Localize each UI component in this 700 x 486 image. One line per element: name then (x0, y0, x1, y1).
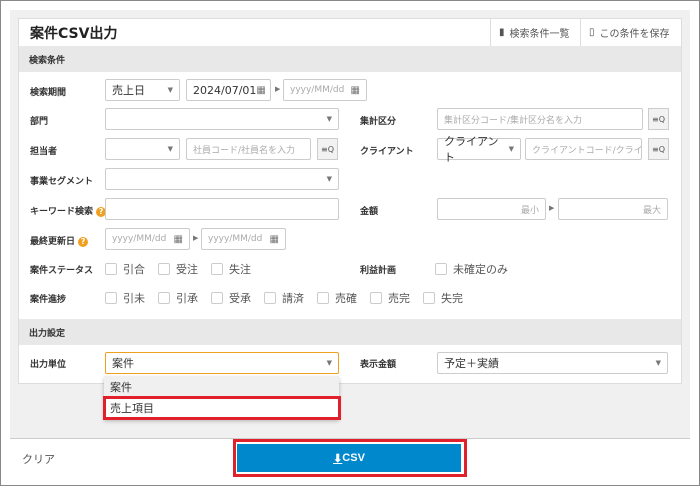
progress-checkbox[interactable]: 引未 (105, 290, 145, 306)
highlight-option (103, 396, 341, 420)
updated-from-input[interactable]: yyyy/MM/dd ▦ (105, 228, 190, 250)
arrow-right-icon: ▶ (549, 204, 555, 212)
section-output: 出力設定 (19, 319, 681, 345)
save-conditions-button[interactable]: ▯ この条件を保存 (580, 18, 682, 46)
calendar-icon[interactable]: ▦ (351, 85, 360, 96)
help-icon[interactable]: ? (78, 237, 89, 247)
chevron-down-icon: ▼ (326, 115, 332, 123)
agg-search-button[interactable]: ≡Q (648, 108, 669, 130)
chevron-down-icon: ▼ (326, 175, 332, 183)
label-dept: 部門 (30, 117, 49, 127)
progress-checkbox[interactable]: 売確 (317, 290, 357, 306)
amount-min-input[interactable]: 最小 (437, 198, 546, 220)
list-search-icon: ≡Q (652, 144, 665, 154)
csv-download-button[interactable]: ⬇ CSV (237, 444, 461, 472)
arrow-right-icon: ▶ (275, 85, 281, 93)
agg-input[interactable]: 集計区分コード/集計区分名を入力 (437, 108, 643, 130)
amount-max-input[interactable]: 最大 (558, 198, 668, 220)
search-conditions-list-button[interactable]: ▮ 検索条件一覧 (490, 18, 580, 46)
chevron-down-icon: ▼ (326, 359, 332, 367)
status-checkbox[interactable]: 失注 (211, 261, 251, 277)
progress-checkbox[interactable]: 失完 (423, 290, 463, 306)
label-profit: 利益計画 (360, 266, 397, 276)
client-type-select[interactable]: クライアント ▼ (437, 135, 521, 164)
period-to-input[interactable]: yyyy/MM/dd ▦ (283, 79, 367, 101)
label-person: 担当者 (30, 147, 58, 157)
label-display: 表示金額 (360, 360, 397, 370)
label-client: クライアント (360, 147, 414, 157)
label-updated: 最終更新日? (30, 234, 89, 247)
label-segment: 事業セグメント (30, 177, 94, 187)
status-checkbox[interactable]: 引合 (105, 261, 145, 277)
display-select[interactable]: 予定＋実績 ▼ (437, 352, 668, 374)
chevron-down-icon: ▼ (167, 145, 173, 153)
updated-to-input[interactable]: yyyy/MM/dd ▦ (201, 228, 286, 250)
calendar-icon[interactable]: ▦ (174, 234, 183, 245)
progress-checkbox[interactable]: 受承 (211, 290, 251, 306)
clear-button[interactable]: クリア (22, 451, 55, 467)
period-type-select[interactable]: 売上日 ▼ (105, 79, 180, 101)
chevron-down-icon: ▼ (508, 145, 514, 153)
calendar-icon[interactable]: ▦ (256, 85, 265, 96)
status-checkbox[interactable]: 受注 (158, 261, 198, 277)
unit-select[interactable]: 案件 ▼ (105, 352, 339, 374)
segment-select[interactable]: ▼ (105, 168, 339, 190)
label-period: 検索期間 (30, 88, 67, 98)
list-search-icon: ≡Q (652, 114, 665, 124)
progress-checkbox[interactable]: 売完 (370, 290, 410, 306)
label-status: 案件ステータス (30, 266, 94, 276)
client-search-button[interactable]: ≡Q (648, 138, 669, 160)
chevron-down-icon: ▼ (655, 359, 661, 367)
progress-checkbox[interactable]: 請済 (264, 290, 304, 306)
profit-checkbox[interactable]: 未確定のみ (435, 261, 508, 277)
keyword-input[interactable] (105, 198, 339, 220)
person-input[interactable]: 社員コード/社員名を入力 (186, 138, 311, 160)
person-select[interactable]: ▼ (105, 138, 180, 160)
dept-select[interactable]: ▼ (105, 108, 339, 130)
label-agg: 集計区分 (360, 117, 397, 127)
list-search-icon: ≡Q (321, 144, 334, 154)
section-search: 検索条件 (19, 46, 681, 72)
save-icon: ▯ (589, 26, 595, 38)
progress-checkbox[interactable]: 引承 (158, 290, 198, 306)
calendar-icon[interactable]: ▦ (270, 234, 279, 245)
chevron-down-icon: ▼ (167, 86, 173, 94)
arrow-right-icon: ▶ (193, 234, 199, 242)
label-keyword: キーワード検索? (30, 204, 107, 217)
status-checkboxes: 引合 受注 失注 (105, 261, 251, 277)
person-search-button[interactable]: ≡Q (317, 138, 338, 160)
label-amount: 金額 (360, 207, 379, 217)
progress-checkboxes: 引未 引承 受承 請済 売確 売完 失完 (105, 290, 463, 306)
client-input[interactable]: クライアントコード/クライ (525, 138, 642, 160)
bookmark-icon: ▮ (499, 26, 505, 38)
download-icon: ⬇ (333, 452, 343, 465)
label-progress: 案件進捗 (30, 295, 67, 305)
unit-option[interactable]: 案件 (104, 376, 339, 397)
label-unit: 出力単位 (30, 360, 67, 370)
page-title: 案件CSV出力 (30, 26, 118, 42)
period-from-input[interactable]: 2024/07/01 ▦ (186, 79, 271, 101)
